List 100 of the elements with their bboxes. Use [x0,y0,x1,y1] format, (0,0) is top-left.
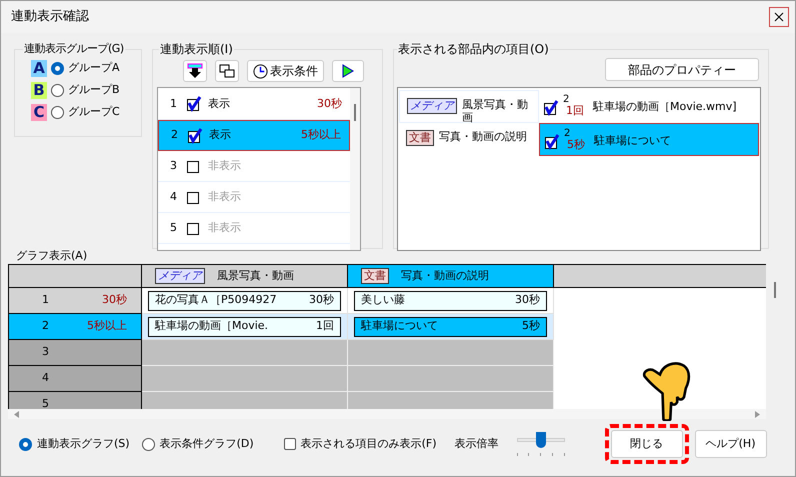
graph-item[interactable]: 花の写真Ａ［P5094927 30秒 [148,290,341,310]
checkbox[interactable] [186,189,202,205]
radio-label: 連動表示グラフ(S) [37,436,130,452]
checkbox-label: 表示される項目のみ表示(F) [300,436,437,452]
scrollbar[interactable] [8,409,766,419]
row-header[interactable]: 2 5秒以上 [9,314,142,340]
zoom-label: 表示倍率 [454,436,499,452]
radio-button[interactable] [51,84,64,97]
order-row[interactable]: 2 表示 5秒以上 [158,120,350,151]
scroll-left-icon[interactable] [14,410,19,418]
checked-checkbox[interactable] [187,128,203,144]
group-badge: B [31,82,47,99]
column-title: 写真・動画の説明 [401,268,489,284]
item-value: 30秒 [309,292,334,308]
order-row[interactable]: 5 非表示 [158,213,350,244]
graph-title: グラフ表示(A) [16,249,88,262]
item-label: 駐車場の動画［Movie.wmv] [593,99,737,115]
group-title: 表示される部品内の項目(O) [397,41,550,58]
clock-icon [253,64,268,78]
row-number: 3 [170,158,178,174]
column-header[interactable]: メディア 風景写真・動画 [142,265,348,287]
checked-checkbox[interactable] [544,134,560,150]
group-badge: C [31,104,47,121]
column-header[interactable]: 文書 写真・動画の説明 [348,265,554,287]
row-number: 2 [171,127,179,144]
checkbox[interactable] [186,158,202,174]
radio-label: グループB [68,82,120,98]
checkbox[interactable] [186,220,202,236]
order-row[interactable]: 4 非表示 [158,182,350,213]
part-tag: メディア [155,268,205,284]
condition-text: 5秒 [566,139,586,150]
part-name: 風景写真・動画 [462,98,529,124]
close-icon[interactable] [769,7,789,27]
row-number: 1 [42,292,49,308]
copy-button[interactable] [215,60,239,82]
checked-checkbox[interactable] [543,100,559,116]
slider-thumb[interactable] [536,432,546,448]
visibility-label: 表示 [209,127,231,144]
radio-button[interactable] [142,438,155,450]
radio-label: グループC [68,104,120,120]
order-number: 2 [564,128,572,139]
radio-button[interactable] [51,106,64,119]
item-value: 1回 [316,318,334,334]
part-tag: 文書 [406,130,434,146]
radio-label: グループA [68,60,120,76]
group-badge: A [31,60,47,77]
scrollbar[interactable] [350,88,360,250]
group-title: 連動表示順(I) [159,41,234,58]
part-tag: メディア [407,98,457,114]
scroll-right-icon[interactable] [755,410,760,418]
play-button[interactable] [332,60,364,82]
graph-item[interactable]: 駐車場の動画［Movie. 1回 [148,316,341,336]
move-down-button[interactable] [183,60,207,82]
order-row[interactable]: 3 非表示 [158,151,350,182]
window-title: 連動表示確認 [11,8,89,26]
row-number: 1 [170,96,178,112]
item-value: 30秒 [515,292,540,308]
visibility-label: 非表示 [208,220,241,236]
condition-text: 5秒以上 [301,127,341,144]
graph-item[interactable]: 駐車場について 5秒 [354,316,547,336]
visibility-label: 非表示 [208,188,241,205]
graph-item[interactable]: 美しい藤 30秒 [354,290,547,310]
checked-checkbox[interactable] [186,96,202,112]
row-number: 3 [42,344,49,360]
part-tag: 文書 [361,268,389,284]
part-entry[interactable]: メディア 風景写真・動画 [399,90,539,123]
dialog-button[interactable]: ヘルプ(H) [694,430,767,458]
group-title: 連動表示グループ(G) [23,41,125,57]
part-entry[interactable]: 文書 写真・動画の説明 [399,123,539,156]
column-title: 風景写真・動画 [217,268,294,284]
copy-icon [219,64,235,78]
item-text: 駐車場の動画［Movie. [155,318,268,334]
part-properties-button[interactable]: 部品のプロパティー [605,58,759,81]
condition-text: 30秒 [317,96,342,112]
item-value: 5秒 [522,318,540,334]
radio-label: 表示条件グラフ(D) [160,436,254,452]
checkbox[interactable] [284,438,296,450]
row-header[interactable]: 3 [9,340,142,366]
row-header[interactable]: 1 30秒 [9,288,142,314]
condition-text: 30秒 [102,292,127,308]
item-text: 美しい藤 [361,292,405,308]
visibility-label: 表示 [208,96,230,112]
condition-text: 1回 [565,105,585,116]
row-number: 4 [170,188,178,205]
row-number: 5 [170,220,178,236]
order-number: 2 [563,94,570,105]
radio-button[interactable] [19,438,32,450]
down-arrow-icon [187,63,203,79]
row-number: 4 [42,370,49,386]
display-condition-button[interactable]: 表示条件 [247,60,324,82]
condition-text: 5秒以上 [87,318,127,334]
radio-button[interactable] [51,62,64,75]
visibility-label: 非表示 [208,158,241,174]
row-number: 5 [42,396,49,409]
row-header[interactable]: 5 [9,392,142,409]
play-icon [342,64,354,78]
row-header[interactable]: 4 [9,366,142,392]
item-text: 駐車場について [361,318,438,334]
part-name: 写真・動画の説明 [439,130,527,143]
dialog-button[interactable]: 閉じる [610,430,683,458]
